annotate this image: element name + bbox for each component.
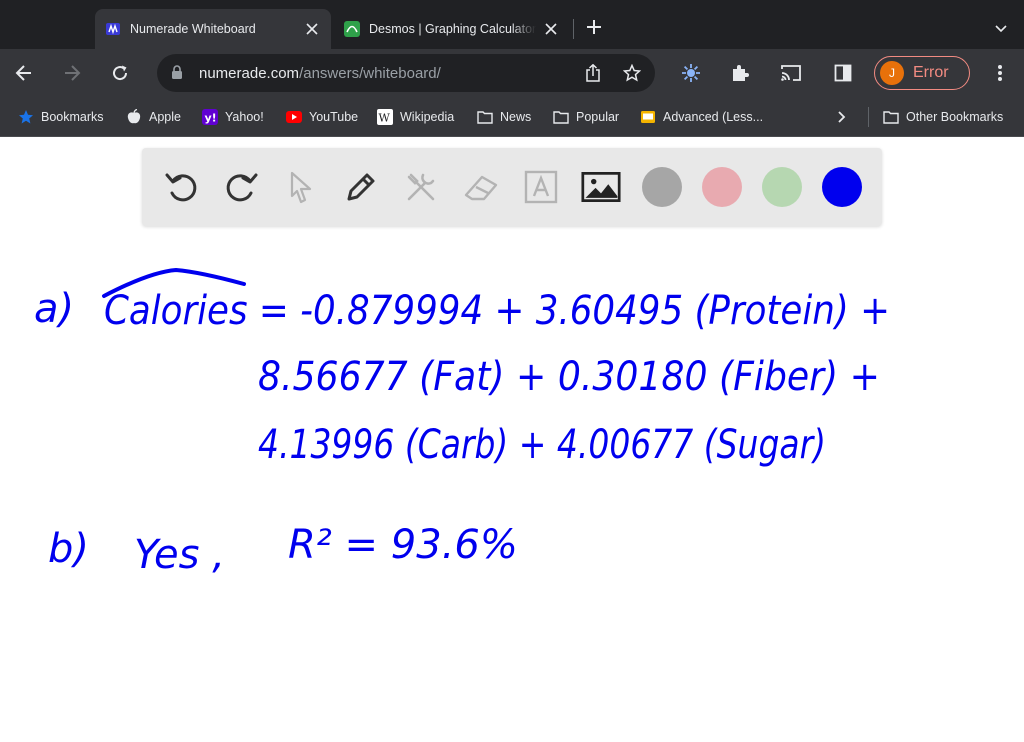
menu-kebab-icon[interactable]	[986, 59, 1014, 87]
url-host: numerade.com	[199, 65, 300, 82]
side-panel-icon[interactable]	[829, 59, 857, 87]
tab-title: Desmos | Graphing Calculator	[369, 22, 536, 36]
tab-close-icon[interactable]	[303, 20, 321, 38]
new-tab-icon[interactable]	[583, 16, 605, 38]
bookmark-folder-other[interactable]: Other Bookmarks	[883, 107, 1003, 127]
bookmarks-separator	[868, 107, 869, 127]
bookmark-item-wikipedia[interactable]: W Wikipedia	[377, 107, 454, 127]
bookmark-icon	[640, 109, 656, 125]
url-path: /answers/whiteboard/	[299, 65, 441, 82]
bookmark-folder-news[interactable]: News	[477, 107, 531, 127]
bookmark-label: Bookmarks	[41, 110, 104, 124]
handwriting-layer: a) Calories = -0.879994 + 3.60495 (Prote…	[34, 267, 890, 578]
address-bar[interactable]: numerade.com/answers/whiteboard/	[157, 54, 655, 92]
svg-text:y!: y!	[205, 112, 217, 125]
tab-close-icon[interactable]	[542, 20, 560, 38]
bookmark-label: Other Bookmarks	[906, 110, 1004, 124]
extension-sparkle-icon[interactable]	[677, 59, 705, 87]
part-b-answer: Yes ,	[134, 532, 225, 578]
bookmark-label: Yahoo!	[225, 110, 264, 124]
tab-numerade-whiteboard[interactable]: Numerade Whiteboard	[95, 9, 331, 49]
part-a-label: a)	[34, 286, 74, 332]
bookmark-label: News	[500, 110, 532, 124]
browser-toolbar: numerade.com/answers/whiteboard/ J Error	[0, 49, 1024, 97]
back-arrow-icon[interactable]	[10, 59, 38, 87]
bookmark-label: Advanced (Less...	[663, 110, 764, 124]
whiteboard-canvas[interactable]: a) Calories = -0.879994 + 3.60495 (Prote…	[0, 138, 1024, 742]
bookmark-label: Wikipedia	[400, 110, 455, 124]
tab-separator	[573, 19, 574, 39]
reload-icon[interactable]	[106, 59, 134, 87]
extensions-puzzle-icon[interactable]	[726, 59, 754, 87]
youtube-icon	[286, 109, 302, 125]
bookmark-item-youtube[interactable]: YouTube	[286, 107, 358, 127]
bookmark-item-advanced[interactable]: Advanced (Less...	[640, 107, 763, 127]
part-b-label: b)	[48, 526, 89, 572]
numerade-favicon-icon	[105, 21, 121, 37]
bookmark-star-icon[interactable]	[622, 63, 642, 83]
tab-desmos[interactable]: Desmos | Graphing Calculator	[334, 9, 570, 49]
bookmark-label: Popular	[576, 110, 620, 124]
bookmark-item-apple[interactable]: Apple	[126, 107, 181, 127]
profile-button[interactable]: J Error	[874, 56, 970, 90]
regression-equation-line-3: 4.13996 (Carb) + 4.00677 (Sugar)	[258, 422, 826, 468]
folder-icon	[883, 109, 899, 125]
tab-title: Numerade Whiteboard	[130, 22, 256, 36]
tab-strip: Numerade Whiteboard Desmos | Graphing Ca…	[0, 0, 1024, 49]
avatar: J	[880, 61, 904, 85]
wikipedia-icon: W	[377, 109, 393, 125]
apple-icon	[126, 109, 142, 125]
tab-search-chevron-down-icon[interactable]	[992, 20, 1010, 38]
svg-text:W: W	[379, 112, 391, 125]
folder-icon	[553, 109, 569, 125]
desmos-favicon-icon	[344, 21, 360, 37]
bookmarks-bar: Bookmarks Apple y! Yahoo! YouTube W Wiki…	[0, 97, 1024, 137]
bookmark-label: Apple	[149, 110, 181, 124]
r-squared-value: R² = 93.6%	[288, 522, 518, 568]
folder-icon	[477, 109, 493, 125]
regression-equation-line-1: Calories = -0.879994 + 3.60495 (Protein)…	[104, 288, 890, 334]
bookmark-item-yahoo[interactable]: y! Yahoo!	[202, 107, 264, 127]
profile-status: Error	[913, 64, 949, 81]
lock-icon[interactable]	[171, 65, 183, 85]
share-icon[interactable]	[583, 63, 603, 83]
bookmark-label: YouTube	[309, 110, 359, 124]
bookmark-folder-popular[interactable]: Popular	[553, 107, 619, 127]
chevron-right-icon	[834, 109, 850, 125]
forward-arrow-icon[interactable]	[58, 59, 86, 87]
yahoo-icon: y!	[202, 109, 218, 125]
url-text[interactable]: numerade.com/answers/whiteboard/	[199, 65, 441, 82]
star-icon	[18, 109, 34, 125]
bookmark-item-bookmarks[interactable]: Bookmarks	[18, 107, 104, 127]
cast-icon[interactable]	[777, 59, 805, 87]
regression-equation-line-2: 8.56677 (Fat) + 0.30180 (Fiber) +	[258, 354, 880, 400]
bookmarks-overflow-chevron-icon[interactable]	[834, 107, 857, 127]
